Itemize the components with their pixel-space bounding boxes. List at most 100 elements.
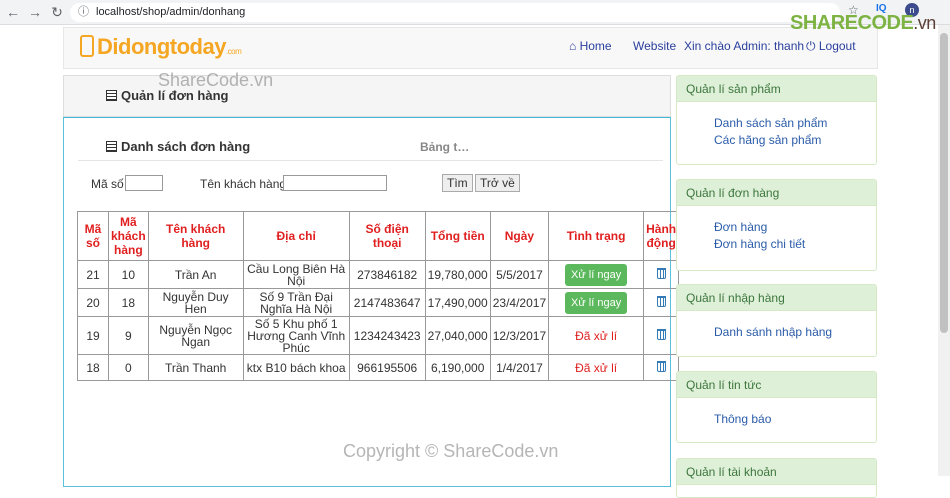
brand-logo[interactable]: Didongtoday.com xyxy=(80,34,242,60)
cell-action xyxy=(643,354,680,381)
scrollbar[interactable] xyxy=(938,25,950,476)
home-icon: ⌂ xyxy=(569,39,577,53)
col-header: Mã số xyxy=(77,211,109,261)
sidebar-panel: Quản lí tin tức Thông báo xyxy=(676,371,877,443)
cell-total: 19,780,000 xyxy=(424,260,491,289)
watermark-text: ShareCode.vn xyxy=(158,70,274,90)
col-header: Tên khách hàng xyxy=(147,211,244,261)
phone-icon xyxy=(80,35,94,57)
reload-icon[interactable]: ↻ xyxy=(48,3,66,21)
cell-addr: ktx B10 bách khoa xyxy=(242,354,350,381)
cell-phone: 1234243423 xyxy=(348,316,426,355)
cell-date: 12/3/2017 xyxy=(489,316,550,355)
address-bar[interactable]: ⓘ localhost/shop/admin/donhang xyxy=(70,3,840,22)
col-header: Số điện thoại xyxy=(348,211,426,261)
cell-action xyxy=(643,288,680,317)
copyright-watermark: Copyright © ShareCode.vn xyxy=(343,441,559,461)
sidebar-panel-title: Quản lí tin tức xyxy=(677,372,876,398)
sidebar-panel: Quản lí tài khoản xyxy=(676,458,877,498)
code-input[interactable] xyxy=(125,175,163,191)
cell-phone: 273846182 xyxy=(348,260,426,289)
sidebar-link[interactable]: Đơn hàng chi tiết xyxy=(714,237,805,251)
cell-phone: 2147483647 xyxy=(348,288,426,317)
list-icon xyxy=(106,141,117,152)
greeting-text: Xin chào Admin: thanh xyxy=(684,39,805,53)
customer-name-input[interactable] xyxy=(283,175,387,191)
status-text: Đã xử lí xyxy=(575,360,618,375)
sidebar-panel-title: Quản lí sản phẩm xyxy=(677,76,876,102)
trash-icon[interactable] xyxy=(656,296,666,307)
cell-name: Trần An xyxy=(147,260,244,289)
forward-icon[interactable]: → xyxy=(26,3,44,21)
sidebar-panel: Quản lí đơn hàng Đơn hàng Đơn hàng chi tiế… xyxy=(676,179,877,271)
col-header: Tình trạng xyxy=(548,211,645,261)
table-row: 19 9 Nguyễn Ngọc Ngan Số 5 Khu phố 1 Hương … xyxy=(77,316,680,355)
sidebar-panel-title: Quản lí tài khoản xyxy=(677,459,876,485)
cell-status: Đã xử lí xyxy=(548,354,645,381)
scrollbar-thumb[interactable] xyxy=(940,33,948,333)
cell-action xyxy=(643,316,680,355)
cell-total: 17,490,000 xyxy=(424,288,491,317)
list-icon xyxy=(106,90,117,101)
section-title: Danh sách đơn hàng xyxy=(106,139,250,154)
col-header: Mã khách hàng xyxy=(108,211,149,261)
sidebar-link[interactable]: Thông báo xyxy=(714,412,771,426)
cell-addr: Số 5 Khu phố 1 Hương Canh Vĩnh Phúc xyxy=(242,316,350,355)
trash-icon[interactable] xyxy=(656,361,666,372)
cell-date: 1/4/2017 xyxy=(489,354,550,381)
sidebar-link[interactable]: Đơn hàng xyxy=(714,220,767,234)
cell-id: 20 xyxy=(77,288,109,317)
process-now-button[interactable]: Xử lí ngay xyxy=(565,291,628,314)
sharecode-watermark-logo: SHARECODE.vn xyxy=(790,12,936,34)
cell-phone: 966195506 xyxy=(348,354,426,381)
code-label: Mã số xyxy=(91,177,124,191)
site-header: Didongtoday.com ⌂ Home Website Xin chào … xyxy=(63,27,878,69)
col-header: Tổng tiền xyxy=(424,211,491,261)
cell-id: 21 xyxy=(77,260,109,289)
cell-action xyxy=(643,260,680,289)
col-header: Ngày xyxy=(489,211,550,261)
cell-status: Xử lí ngay xyxy=(548,260,645,289)
search-button[interactable]: Tìm xyxy=(442,174,473,192)
table-row: 20 18 Nguyễn Duy Hen Số 9 Trần Đại Nghĩa Hà… xyxy=(77,288,680,317)
cell-status: Xử lí ngay xyxy=(548,288,645,317)
cell-total: 6,190,000 xyxy=(424,354,491,381)
cell-date: 5/5/2017 xyxy=(489,260,550,289)
sidebar-link[interactable]: Các hãng sản phẩm xyxy=(714,133,821,147)
divider xyxy=(78,160,663,161)
power-icon: ⏻ xyxy=(806,39,816,53)
cell-cust: 0 xyxy=(108,354,149,381)
logout-link[interactable]: ⏻ Logout xyxy=(806,39,856,54)
sidebar-panel: Quản lí nhập hàng Danh sánh nhập hàng xyxy=(676,284,877,357)
cell-id: 18 xyxy=(77,354,109,381)
customer-name-label: Tên khách hàng xyxy=(200,177,287,191)
cell-status: Đã xử lí xyxy=(548,316,645,355)
url-text: localhost/shop/admin/donhang xyxy=(96,6,246,18)
sidebar-link[interactable]: Danh sánh nhập hàng xyxy=(714,325,832,339)
back-icon[interactable]: ← xyxy=(4,3,22,21)
col-header: Địa chỉ xyxy=(242,211,350,261)
cell-cust: 10 xyxy=(108,260,149,289)
sidebar-panel-title: Quản lí đơn hàng xyxy=(677,180,876,206)
back-button[interactable]: Trở về xyxy=(475,174,520,192)
cell-name: Trần Thanh xyxy=(147,354,244,381)
info-icon: ⓘ xyxy=(78,6,89,18)
table-row: 21 10 Trần An Cầu Long Biên Hà Nội 273846182… xyxy=(77,260,680,289)
cell-name: Nguyễn Duy Hen xyxy=(147,288,244,317)
cell-date: 23/4/2017 xyxy=(489,288,550,317)
section-title-right: Bảng t… xyxy=(420,140,470,154)
cell-id: 19 xyxy=(77,316,109,355)
orders-table: Mã số Mã khách hàng Tên khách hàng Địa c… xyxy=(77,211,680,381)
website-link[interactable]: Website xyxy=(633,39,676,53)
cell-addr: Số 9 Trần Đại Nghĩa Hà Nội xyxy=(242,288,350,317)
process-now-button[interactable]: Xử lí ngay xyxy=(565,263,628,286)
home-link[interactable]: ⌂ Home xyxy=(569,39,612,53)
sidebar-link[interactable]: Danh sách sản phẩm xyxy=(714,116,827,130)
trash-icon[interactable] xyxy=(656,268,666,279)
sidebar-panel: Quản lí sản phẩm Danh sách sản phẩm Các hã… xyxy=(676,75,877,165)
table-header-row: Mã số Mã khách hàng Tên khách hàng Địa c… xyxy=(77,211,680,261)
status-text: Đã xử lí xyxy=(575,328,618,343)
cell-cust: 18 xyxy=(108,288,149,317)
trash-icon[interactable] xyxy=(656,329,666,340)
cell-addr: Cầu Long Biên Hà Nội xyxy=(242,260,350,289)
